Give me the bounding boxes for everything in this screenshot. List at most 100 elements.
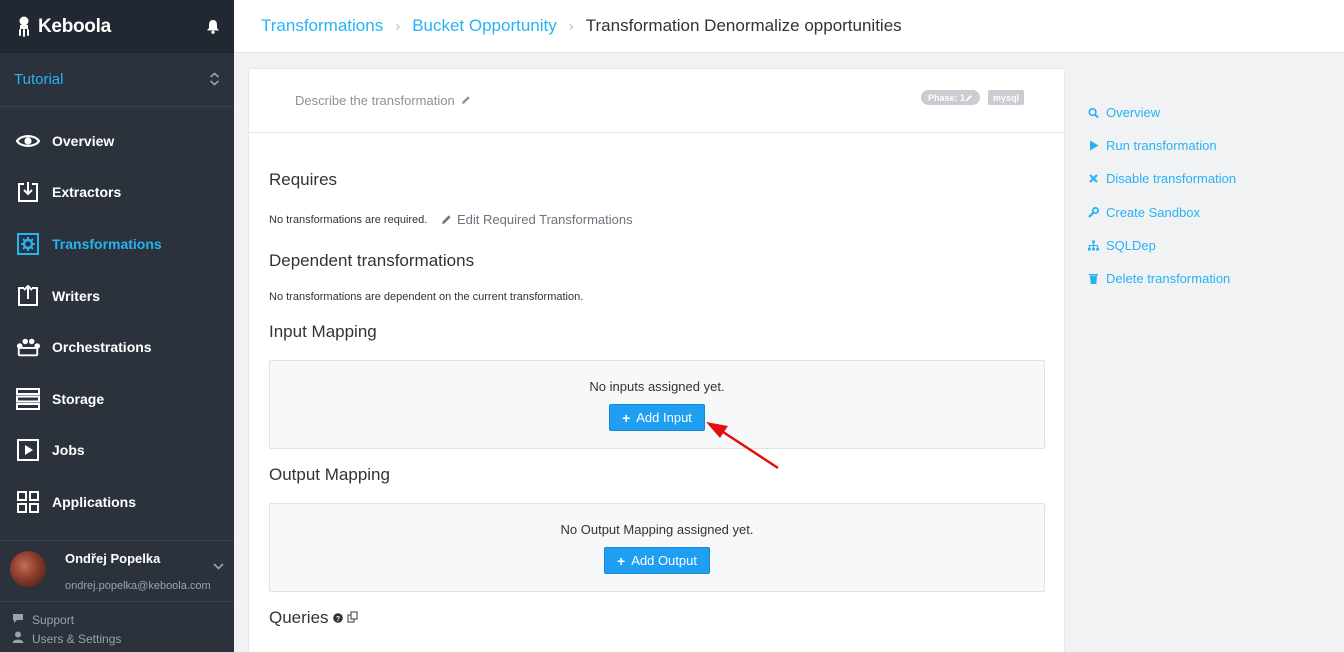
nav-item-storage[interactable]: Storage: [0, 373, 234, 425]
action-run-transformation[interactable]: Run transformation: [1088, 129, 1236, 162]
pencil-icon: [442, 215, 451, 224]
breadcrumb-transformations[interactable]: Transformations: [261, 16, 383, 36]
grid-icon: [16, 490, 40, 514]
input-mapping-title: Input Mapping: [269, 322, 377, 341]
action-sqldep[interactable]: SQLDep: [1088, 229, 1236, 262]
nav-label: Jobs: [52, 442, 85, 459]
sitemap-icon: [1088, 240, 1099, 251]
project-selector[interactable]: Tutorial: [0, 53, 234, 107]
input-empty-message: No inputs assigned yet.: [589, 379, 725, 394]
card-header: Describe the transformation Phase: 1 mys…: [249, 69, 1064, 133]
plus-icon: +: [617, 552, 626, 569]
support-link[interactable]: Support: [12, 610, 121, 629]
wrench-icon: [1088, 206, 1099, 218]
gear-icon: [16, 232, 40, 256]
queries-header: Queries ?: [269, 608, 359, 628]
nav-label: Extractors: [52, 184, 122, 201]
main-nav: Overview Extractors Transformations Writ…: [0, 107, 234, 528]
keboola-logo[interactable]: Keboola: [16, 16, 111, 38]
breadcrumb: Transformations › Bucket Opportunity › T…: [234, 0, 1344, 53]
nav-label: Overview: [52, 132, 115, 149]
user-menu[interactable]: Ondřej Popelka ondrej.popelka@keboola.co…: [0, 540, 234, 602]
user-info: Ondřej Popelka ondrej.popelka@keboola.co…: [65, 547, 211, 595]
output-mapping-title: Output Mapping: [269, 465, 390, 484]
phase-badge[interactable]: Phase: 1: [920, 90, 980, 105]
help-icon[interactable]: ?: [332, 608, 343, 628]
requires-title: Requires: [269, 170, 338, 189]
chevron-right-icon: ›: [395, 17, 401, 35]
user-email: ondrej.popelka@keboola.com: [65, 580, 211, 592]
nav-label: Applications: [52, 493, 137, 510]
requires-empty: No transformations are required.: [269, 214, 428, 226]
add-output-button[interactable]: + Add Output: [604, 547, 710, 574]
add-input-label: Add Input: [636, 410, 692, 425]
pencil-icon: [965, 94, 972, 101]
chevron-down-icon: [213, 559, 224, 595]
user-icon: [12, 631, 24, 646]
action-label: Create Sandbox: [1106, 204, 1200, 220]
backend-badge: mysql: [987, 90, 1024, 105]
trash-icon: [1088, 273, 1099, 285]
action-disable-transformation[interactable]: Disable transformation: [1088, 162, 1236, 195]
action-label: SQLDep: [1106, 237, 1156, 253]
support-label: Support: [32, 612, 75, 627]
action-delete-transformation[interactable]: Delete transformation: [1088, 262, 1236, 295]
edit-required-link[interactable]: Edit Required Transformations: [441, 212, 633, 227]
orchestration-icon: [16, 335, 40, 359]
input-mapping-box: No inputs assigned yet. + Add Input: [269, 360, 1045, 449]
close-icon: [1088, 174, 1099, 184]
output-empty-message: No Output Mapping assigned yet.: [560, 522, 754, 537]
sidebar: Keboola Tutorial Overview Extractors Tra…: [0, 0, 234, 652]
eye-icon: [16, 129, 40, 153]
bottom-links: Support Users & Settings: [12, 610, 121, 648]
nav-item-orchestrations[interactable]: Orchestrations: [0, 321, 234, 373]
download-icon: [16, 180, 40, 204]
actions-menu: Overview Run transformation Disable tran…: [1088, 96, 1236, 295]
annotation-arrow: [706, 422, 779, 470]
output-mapping-box: No Output Mapping assigned yet. + Add Ou…: [269, 503, 1045, 592]
copy-icon[interactable]: [346, 608, 359, 628]
play-icon: [16, 438, 40, 462]
breadcrumb-bucket[interactable]: Bucket Opportunity: [412, 16, 557, 36]
nav-item-jobs[interactable]: Jobs: [0, 425, 234, 477]
bell-icon[interactable]: [206, 19, 220, 34]
search-icon: [1088, 107, 1099, 119]
nav-item-overview[interactable]: Overview: [0, 115, 234, 167]
add-output-label: Add Output: [631, 553, 697, 568]
brand-name: Keboola: [38, 15, 111, 37]
action-label: Overview: [1106, 105, 1161, 121]
keboola-logo-icon: [19, 16, 29, 37]
action-label: Run transformation: [1106, 138, 1217, 154]
users-settings-link[interactable]: Users & Settings: [12, 629, 121, 648]
storage-icon: [16, 387, 40, 411]
description-placeholder: Describe the transformation: [295, 93, 455, 108]
nav-label: Writers: [52, 287, 100, 304]
chevron-right-icon: ›: [568, 17, 574, 35]
page-title: Transformation Denormalize opportunities: [585, 16, 902, 35]
avatar: [10, 551, 46, 587]
nav-item-transformations[interactable]: Transformations: [0, 218, 234, 270]
dependent-title: Dependent transformations: [269, 251, 475, 270]
chevron-updown-icon: [209, 71, 220, 88]
action-overview[interactable]: Overview: [1088, 96, 1236, 129]
nav-item-extractors[interactable]: Extractors: [0, 167, 234, 219]
add-input-button[interactable]: + Add Input: [609, 404, 705, 431]
nav-item-applications[interactable]: Applications: [0, 476, 234, 528]
play-icon: [1088, 140, 1099, 151]
nav-label: Orchestrations: [52, 339, 152, 356]
user-name: Ondřej Popelka: [65, 551, 161, 566]
action-label: Delete transformation: [1106, 271, 1231, 287]
description-editor[interactable]: Describe the transformation: [295, 93, 471, 108]
upload-icon: [16, 284, 40, 308]
action-create-sandbox[interactable]: Create Sandbox: [1088, 196, 1236, 229]
svg-text:?: ?: [335, 616, 339, 623]
phase-label: Phase: 1: [927, 92, 965, 103]
users-settings-label: Users & Settings: [32, 631, 122, 646]
brand-bar: Keboola: [0, 0, 234, 53]
nav-label: Transformations: [52, 235, 162, 252]
comment-icon: [12, 613, 24, 627]
edit-required-label: Edit Required Transformations: [457, 212, 633, 227]
dependent-empty: No transformations are dependent on the …: [269, 291, 584, 303]
action-label: Disable transformation: [1106, 171, 1237, 187]
nav-item-writers[interactable]: Writers: [0, 270, 234, 322]
